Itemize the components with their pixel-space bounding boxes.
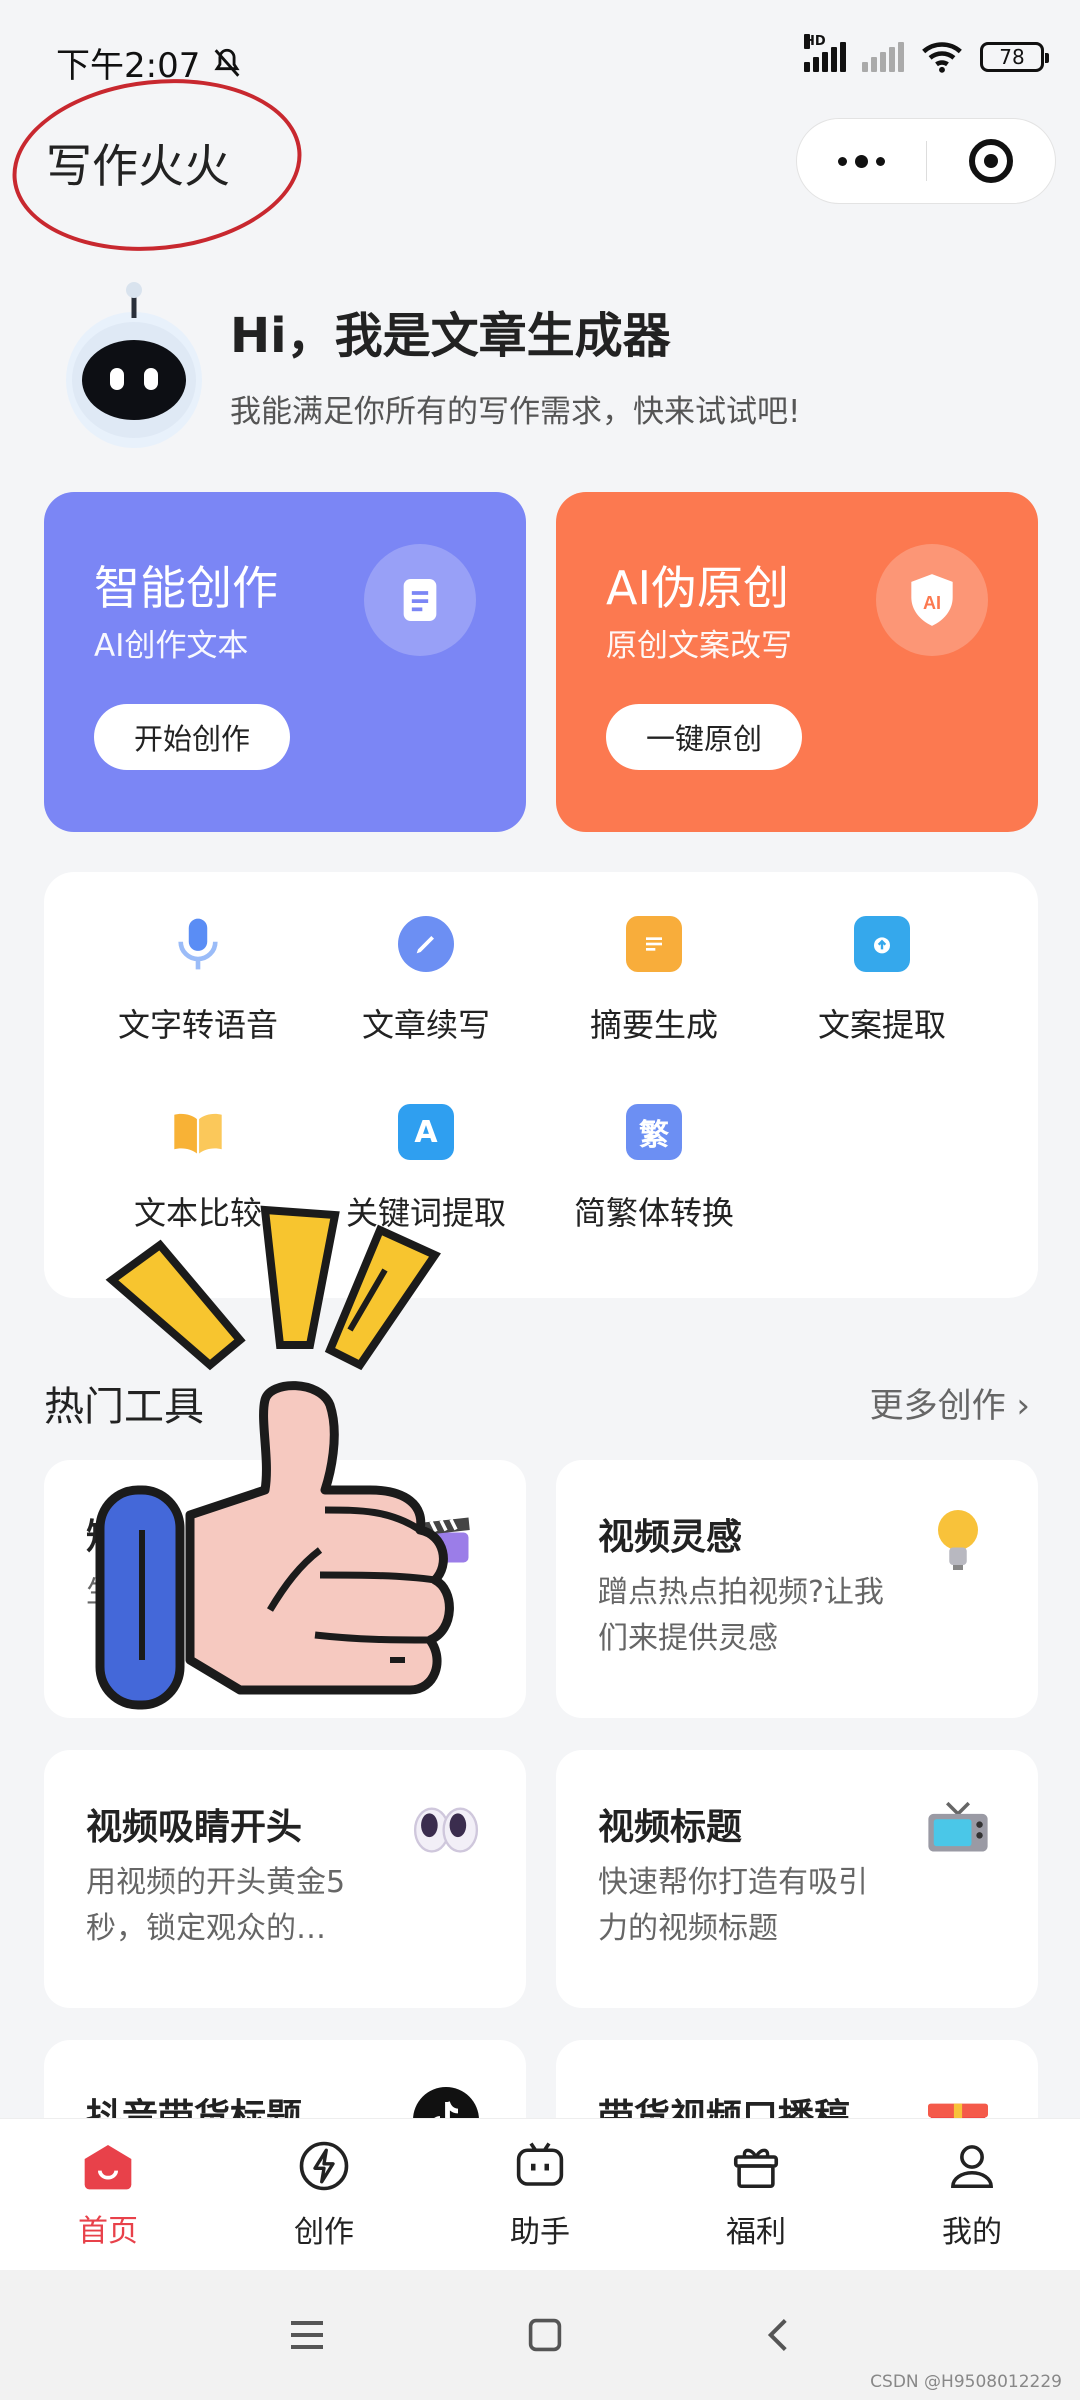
- nav-welfare[interactable]: 福利: [648, 2119, 864, 2270]
- menu-icon[interactable]: [287, 2317, 327, 2353]
- app-title: 写作火火: [46, 139, 230, 193]
- tool-summary[interactable]: 摘要生成: [534, 916, 774, 1046]
- pen-icon: [398, 916, 454, 972]
- card-subtitle: AI创作文本: [94, 628, 249, 664]
- thumbs-up-sticker-icon: [95, 1205, 454, 1710]
- nav-mine[interactable]: 我的: [864, 2119, 1080, 2270]
- nav-home[interactable]: 首页: [0, 2119, 216, 2270]
- letter-a-icon: A: [398, 1104, 454, 1160]
- nav-create[interactable]: 创作: [216, 2119, 432, 2270]
- ai-rewrite-card[interactable]: AI伪原创 原创文案改写 一键原创 AI: [556, 492, 1038, 832]
- lightbulb-icon: [918, 1500, 998, 1580]
- traditional-char-icon: 繁: [626, 1104, 682, 1160]
- tool-article-continue[interactable]: 文章续写: [306, 916, 546, 1046]
- more-create-link[interactable]: 更多创作 ›: [870, 1378, 1030, 1427]
- gift-box-icon: [733, 2148, 779, 2188]
- card-title: AI伪原创: [606, 561, 790, 615]
- eyes-icon: [406, 1790, 486, 1870]
- signal-weak-icon: [862, 42, 904, 72]
- watermark: CSDN @H9508012229: [870, 2372, 1062, 2392]
- signal-icon: HD: [804, 34, 846, 72]
- battery-icon: 78: [980, 42, 1049, 72]
- svg-text:AI: AI: [923, 593, 941, 613]
- upload-box-icon: [854, 916, 910, 972]
- hot-card-video-opening[interactable]: 视频吸睛开头 用视频的开头黄金5秒，锁定观众的…: [44, 1750, 526, 2008]
- list-icon: [626, 916, 682, 972]
- card-subtitle: 原创文案改写: [606, 628, 792, 664]
- mute-bell-icon: [214, 48, 240, 77]
- back-icon[interactable]: [763, 2315, 793, 2355]
- close-button[interactable]: [927, 139, 1056, 183]
- document-icon: [364, 544, 476, 656]
- open-book-icon: [170, 1104, 226, 1160]
- microphone-icon: [170, 916, 226, 972]
- miniprogram-capsule: [796, 118, 1056, 204]
- tool-copy-extract[interactable]: 文案提取: [762, 916, 1002, 1046]
- lightning-icon: [299, 2141, 349, 2190]
- wifi-icon: [922, 42, 962, 73]
- tv-assistant-icon: [516, 2142, 564, 2186]
- target-icon: [968, 139, 1013, 183]
- bottom-nav: 首页 创作 助手 福利 我的: [0, 2118, 1080, 2270]
- one-click-original-button[interactable]: 一键原创: [606, 704, 802, 770]
- start-create-button[interactable]: 开始创作: [94, 704, 290, 770]
- smart-create-card[interactable]: 智能创作 AI创作文本 开始创作: [44, 492, 526, 832]
- nav-assistant[interactable]: 助手: [432, 2119, 648, 2270]
- home-icon: [84, 2144, 132, 2189]
- home-square-icon[interactable]: [527, 2317, 563, 2353]
- robot-icon: [66, 282, 202, 448]
- hot-card-video-inspiration[interactable]: 视频灵感 蹭点热点拍视频?让我们来提供灵感: [556, 1460, 1038, 1718]
- ai-shield-icon: AI: [876, 544, 988, 656]
- chevron-right-icon: ›: [1016, 1386, 1030, 1426]
- hot-card-video-title[interactable]: 视频标题 快速帮你打造有吸引力的视频标题: [556, 1750, 1038, 2008]
- tool-text-to-speech[interactable]: 文字转语音: [78, 916, 318, 1046]
- card-title: 智能创作: [94, 561, 278, 615]
- person-icon: [951, 2144, 993, 2188]
- intro-title: Hi，我是文章生成器: [230, 308, 671, 364]
- more-button[interactable]: [797, 154, 926, 168]
- intro-subtitle: 我能满足你所有的写作需求，快来试试吧!: [230, 394, 801, 430]
- tool-simplified-traditional[interactable]: 繁 简繁体转换: [534, 1104, 774, 1234]
- status-icons: HD 78: [804, 34, 1049, 74]
- tv-icon: [918, 1790, 998, 1870]
